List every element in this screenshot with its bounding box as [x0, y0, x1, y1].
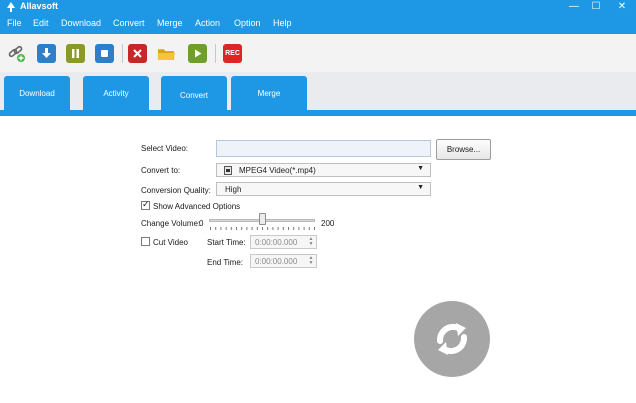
menu-convert[interactable]: Convert: [113, 18, 145, 28]
menu-file[interactable]: File: [7, 18, 22, 28]
toolbar: REC: [0, 34, 636, 73]
conversion-quality-select[interactable]: High ▼: [216, 182, 431, 196]
conversion-quality-value: High: [225, 185, 242, 194]
open-folder-button[interactable]: [157, 44, 176, 63]
delete-button[interactable]: [128, 44, 147, 63]
convert-to-label: Convert to:: [141, 166, 181, 175]
browse-button[interactable]: Browse...: [436, 139, 491, 160]
select-video-field[interactable]: [216, 140, 431, 157]
select-video-label: Select Video:: [141, 144, 188, 153]
download-button[interactable]: [37, 44, 56, 63]
chevron-down-icon: ▼: [417, 184, 424, 191]
play-icon: [195, 49, 202, 58]
toolbar-separator: [215, 44, 216, 63]
tab-underline: [0, 110, 636, 116]
stop-button[interactable]: [95, 44, 114, 63]
convert-to-value: MPEG4 Video(*.mp4): [239, 166, 316, 175]
spin-arrows-icon[interactable]: ▲ ▼: [307, 237, 315, 247]
conversion-quality-label: Conversion Quality:: [141, 186, 211, 195]
refresh-convert-icon: [436, 323, 468, 355]
volume-slider-ticks: [210, 227, 315, 230]
paste-link-button[interactable]: [7, 44, 26, 63]
app-logo-icon: [7, 2, 15, 12]
video-file-icon: [224, 166, 232, 175]
tab-activity[interactable]: Activity: [83, 76, 149, 110]
pause-icon: [72, 49, 79, 58]
show-advanced-checkbox[interactable]: [141, 199, 150, 210]
start-time-value: 0:00:00.000: [255, 238, 298, 247]
app-title: Allavsoft: [20, 1, 59, 11]
cut-video-checkbox[interactable]: [141, 237, 150, 246]
spin-arrows-icon[interactable]: ▲ ▼: [307, 256, 315, 266]
volume-slider-thumb[interactable]: [258, 213, 266, 225]
tab-merge[interactable]: Merge: [231, 76, 307, 110]
end-time-value: 0:00:00.000: [255, 257, 298, 266]
toolbar-separator: [122, 44, 123, 63]
folder-icon: [157, 48, 176, 60]
menu-option[interactable]: Option: [234, 18, 261, 28]
volume-min-label: 0: [199, 219, 204, 228]
show-advanced-label: Show Advanced Options: [153, 202, 241, 211]
end-time-field[interactable]: 0:00:00.000 ▲ ▼: [250, 254, 317, 268]
stop-icon: [101, 50, 108, 57]
chevron-down-icon: ▼: [417, 165, 424, 172]
start-time-field[interactable]: 0:00:00.000 ▲ ▼: [250, 235, 317, 249]
menu-help[interactable]: Help: [273, 18, 292, 28]
start-convert-button[interactable]: [414, 301, 490, 377]
maximize-button[interactable]: ☐: [586, 0, 606, 14]
title-bar: Allavsoft — ☐ ✕: [0, 0, 636, 14]
minimize-button[interactable]: —: [564, 0, 584, 14]
menu-action[interactable]: Action: [195, 18, 220, 28]
link-icon: [8, 45, 25, 62]
menu-download[interactable]: Download: [61, 18, 101, 28]
record-button[interactable]: REC: [223, 44, 242, 63]
close-button[interactable]: ✕: [612, 0, 632, 14]
tab-download[interactable]: Download: [4, 76, 70, 110]
play-button[interactable]: [188, 44, 207, 63]
tab-convert[interactable]: Convert: [161, 76, 227, 114]
pause-button[interactable]: [66, 44, 85, 63]
menu-bar: File Edit Download Convert Merge Action …: [0, 14, 636, 34]
volume-max-label: 200: [321, 219, 335, 228]
menu-edit[interactable]: Edit: [33, 18, 49, 28]
menu-merge[interactable]: Merge: [157, 18, 183, 28]
start-time-label: Start Time:: [207, 238, 246, 247]
cut-video-label: Cut Video: [153, 238, 188, 247]
end-time-label: End Time:: [207, 258, 244, 267]
change-volume-label: Change Volume:: [141, 219, 201, 228]
convert-to-select[interactable]: MPEG4 Video(*.mp4) ▼: [216, 163, 431, 177]
delete-x-icon: [133, 49, 142, 58]
download-arrow-icon: [42, 48, 51, 58]
